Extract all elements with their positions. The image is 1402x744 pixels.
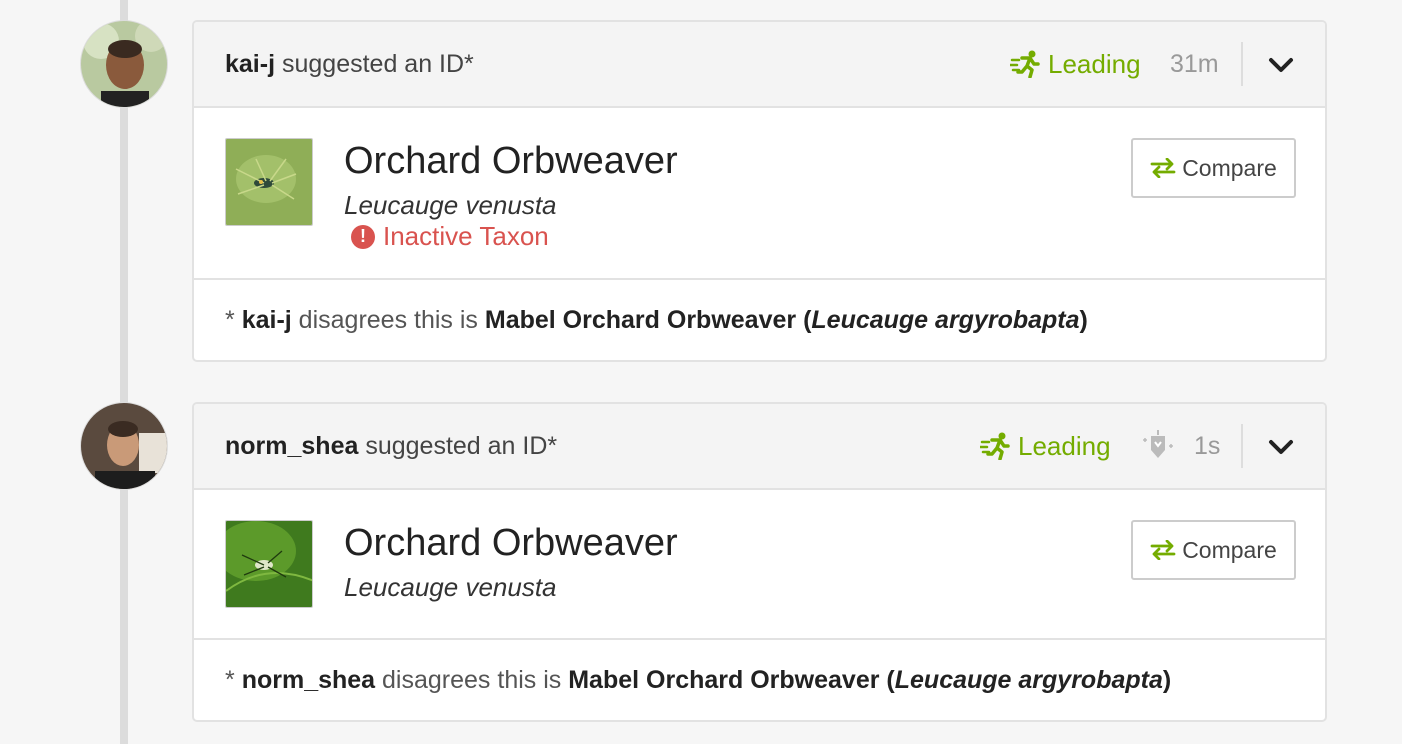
avatar-norm-shea[interactable] [80,402,168,490]
card-header: kai-j suggested an ID* Leading 31m [194,22,1325,108]
card-body: Orchard Orbweaver Leucauge venusta ! Ina… [194,108,1325,280]
header-title: norm_shea suggested an ID* [225,432,557,461]
leading-status: Leading [980,431,1111,462]
action-text: suggested an ID* [281,49,474,78]
scientific-name: Leucauge venusta [344,190,557,220]
header-divider [1241,424,1243,468]
footer-taxon-common[interactable]: Mabel Orchard Orbweaver [568,666,879,695]
avatar-kai-j[interactable] [80,20,168,108]
swap-arrows-icon [1150,158,1176,178]
scientific-name: Leucauge venusta [344,572,557,602]
paren-close: ) [1079,305,1088,334]
common-name[interactable]: Orchard Orbweaver [344,140,678,183]
footnote-marker: * [225,305,235,334]
footer-taxon-sci[interactable]: Leucauge argyrobapta [811,306,1079,335]
compare-label: Compare [1182,154,1277,181]
inactive-taxon-warning[interactable]: ! Inactive Taxon [351,221,549,252]
inactive-label: Inactive Taxon [383,221,549,251]
identification-card: norm_shea suggested an ID* Leading 1s Or… [192,402,1327,722]
header-divider [1241,42,1243,86]
header-title: kai-j suggested an ID* [225,50,474,79]
card-header: norm_shea suggested an ID* Leading 1s [194,404,1325,490]
chevron-down-icon[interactable] [1265,431,1297,463]
timeline-line [120,0,128,744]
footer-text: disagrees this is [298,305,478,334]
timestamp: 1s [1194,431,1221,460]
disagreement-note: * kai-j disagrees this is Mabel Orchard … [194,280,1325,360]
action-text: suggested an ID* [365,431,558,460]
leading-status: Leading [1010,49,1141,80]
compare-button[interactable]: Compare [1131,520,1296,580]
chevron-down-icon[interactable] [1265,49,1297,81]
exclamation-icon: ! [351,224,375,249]
footnote-marker: * [225,665,235,694]
footer-taxon-sci[interactable]: Leucauge argyrobapta [895,666,1163,695]
compare-label: Compare [1182,536,1277,563]
user-link[interactable]: kai-j [225,50,275,78]
identification-card: kai-j suggested an ID* Leading 31m Orcha… [192,20,1327,362]
footer-user[interactable]: norm_shea [242,666,375,695]
leading-runner-icon [1010,50,1040,78]
disagreement-note: * norm_shea disagrees this is Mabel Orch… [194,640,1325,720]
paren-open: ( [803,305,812,334]
leading-label: Leading [1048,48,1141,79]
footer-text: disagrees this is [382,665,562,694]
paren-open: ( [886,665,895,694]
common-name[interactable]: Orchard Orbweaver [344,522,678,565]
card-body: Orchard Orbweaver Leucauge venusta Compa… [194,490,1325,640]
taxon-photo[interactable] [225,138,313,226]
compare-button[interactable]: Compare [1131,138,1296,198]
swap-arrows-icon [1150,540,1176,560]
user-link[interactable]: norm_shea [225,432,358,460]
paren-close: ) [1162,665,1172,694]
leading-label: Leading [1018,430,1111,461]
footer-taxon-common[interactable]: Mabel Orchard Orbweaver [485,306,796,335]
footer-user[interactable]: kai-j [242,306,292,335]
ninja-icon[interactable] [1140,426,1176,464]
timestamp: 31m [1170,49,1219,78]
taxon-photo[interactable] [225,520,313,608]
leading-runner-icon [980,432,1010,460]
